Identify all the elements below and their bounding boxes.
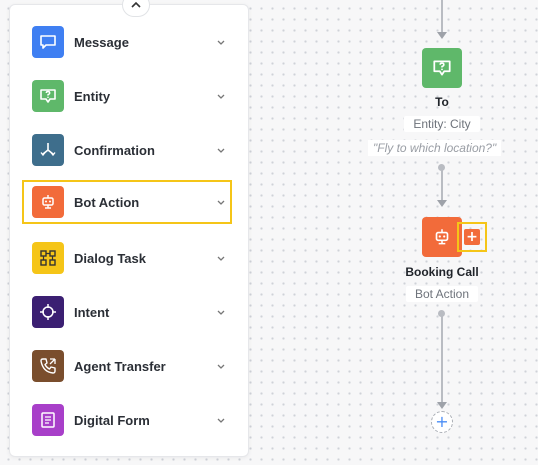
chevron-down-icon[interactable] — [216, 37, 226, 47]
dialog-task-icon — [32, 242, 64, 274]
connector-arrow — [437, 402, 447, 409]
palette-item-dialog-task[interactable]: Dialog Task — [22, 236, 232, 280]
palette-item-label: Confirmation — [74, 142, 155, 158]
bot-action-node[interactable] — [422, 217, 462, 257]
bot-action-icon — [435, 229, 449, 245]
bot-action-icon — [32, 186, 64, 218]
chevron-down-icon[interactable] — [216, 253, 226, 263]
connector-arrow — [437, 200, 447, 207]
chevron-down-icon[interactable] — [216, 197, 226, 207]
connector-line — [441, 0, 443, 33]
palette-item-label: Bot Action — [74, 194, 140, 210]
palette-item-label: Agent Transfer — [74, 358, 166, 374]
palette-item-label: Dialog Task — [74, 250, 147, 266]
chevron-down-icon[interactable] — [216, 415, 226, 425]
chevron-down-icon[interactable] — [216, 145, 226, 155]
bot-action-node-subtitle: Bot Action — [406, 286, 478, 302]
connector-line — [441, 168, 443, 200]
connector-line — [441, 314, 443, 402]
palette-item-entity[interactable]: Entity — [22, 74, 232, 118]
palette-item-intent[interactable]: Intent — [22, 290, 232, 334]
entity-icon — [32, 80, 64, 112]
node-palette: Message Entity Confirmation Bot Action D… — [9, 0, 249, 457]
chevron-down-icon[interactable] — [216, 361, 226, 371]
palette-item-bot-action[interactable]: Bot Action — [22, 180, 232, 224]
palette-item-label: Digital Form — [74, 412, 150, 428]
palette-item-digital-form[interactable]: Digital Form — [22, 398, 232, 442]
bot-action-node-title: Booking Call — [405, 265, 479, 279]
palette-item-label: Entity — [74, 88, 111, 104]
digital-form-icon — [32, 404, 64, 436]
entity-node-prompt: "Fly to which location?" — [368, 140, 502, 156]
plus-icon: + — [464, 229, 480, 245]
palette-item-confirmation[interactable]: Confirmation — [22, 128, 232, 172]
entity-icon — [433, 60, 451, 76]
chevron-down-icon[interactable] — [216, 307, 226, 317]
add-node-button[interactable]: + — [431, 411, 453, 433]
agent-transfer-icon — [32, 350, 64, 382]
entity-node-subtitle: Entity: City — [404, 116, 480, 132]
palette-item-message[interactable]: Message — [22, 20, 232, 64]
entity-node[interactable] — [422, 48, 462, 88]
palette-item-agent-transfer[interactable]: Agent Transfer — [22, 344, 232, 388]
chevron-down-icon[interactable] — [216, 91, 226, 101]
collapse-palette-button[interactable] — [122, 0, 150, 17]
connector-arrow — [437, 32, 447, 39]
bot-action-add-button[interactable]: + — [457, 222, 487, 252]
confirmation-icon — [32, 134, 64, 166]
chevron-up-icon — [131, 1, 141, 8]
message-icon — [32, 26, 64, 58]
entity-node-title: To — [435, 95, 449, 109]
intent-icon — [32, 296, 64, 328]
palette-item-label: Intent — [74, 304, 110, 320]
palette-item-label: Message — [74, 34, 129, 50]
